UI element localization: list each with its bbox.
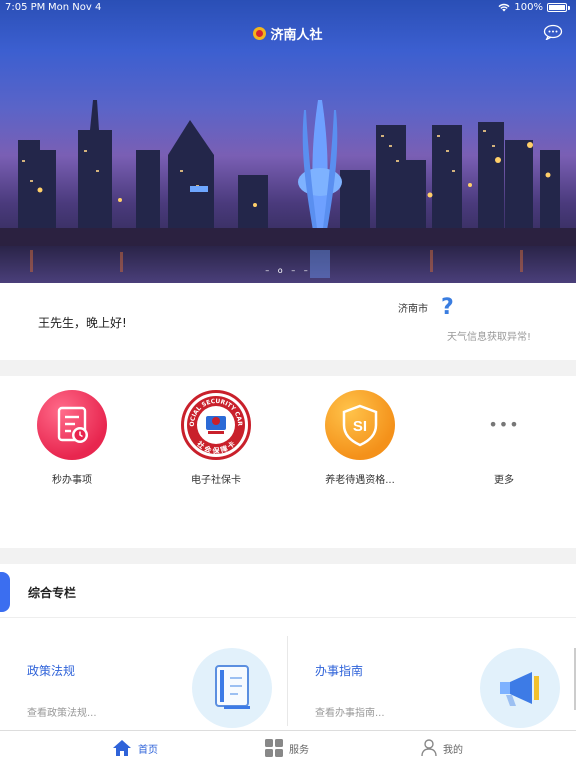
tab-label: 首页 <box>138 744 158 756</box>
nav-bar: 济南人社 <box>0 20 576 44</box>
card-subtitle: 查看政策法规... <box>27 708 97 719</box>
greeting-panel: 王先生，晚上好! 济南市 ? 天气信息获取异常! <box>0 283 576 360</box>
chat-bubble-icon[interactable] <box>543 24 563 40</box>
city-label[interactable]: 济南市 <box>398 300 428 315</box>
carousel-page-indicator[interactable]: – o – – <box>0 266 576 275</box>
policy-card[interactable]: 政策法规 查看政策法规... <box>0 636 288 728</box>
battery-icon <box>547 3 567 12</box>
svg-text:SI: SI <box>353 418 367 435</box>
jinan-hrss-logo-icon <box>253 27 267 40</box>
tab-label: 我的 <box>443 744 463 756</box>
bottom-tab-bar: 首页 服务 我的 <box>0 730 576 768</box>
section-marker <box>0 572 10 612</box>
comprehensive-column: 综合专栏 政策法规 查看政策法规... 办事指南 查看办事指南... <box>0 564 576 730</box>
banner-carousel[interactable]: 7:05 PM Mon Nov 4 100% 济南人社 – o – – <box>0 0 576 283</box>
service-item-more[interactable]: ••• 更多 <box>444 390 564 486</box>
tab-mine[interactable]: 我的 <box>421 739 463 757</box>
monument-sculpture <box>298 100 342 240</box>
tab-services[interactable]: 服务 <box>265 739 309 757</box>
person-icon <box>421 739 437 757</box>
card-title: 政策法规 <box>27 664 76 678</box>
quick-services-grid: 秒办事项 SOCIAL SECURITY CARD 社会保障卡 <box>0 376 576 548</box>
home-icon <box>113 740 131 756</box>
service-item-quick-handle[interactable]: 秒办事项 <box>12 390 132 486</box>
status-right: 100% <box>498 2 570 13</box>
wifi-icon <box>498 3 510 12</box>
social-security-card-seal-icon: SOCIAL SECURITY CARD 社会保障卡 <box>181 388 251 460</box>
si-shield-icon: SI <box>325 390 395 460</box>
app-title: 济南人社 <box>253 24 323 43</box>
section-title: 综合专栏 <box>28 586 77 600</box>
weather-status: 天气信息获取异常! <box>446 332 531 343</box>
status-time: 7:05 PM <box>5 2 46 13</box>
service-item-pension-qualification[interactable]: SI 养老待遇资格... <box>300 390 420 486</box>
section-header: 综合专栏 <box>0 564 576 618</box>
guide-card[interactable]: 办事指南 查看办事指南... <box>288 636 576 728</box>
more-dots-icon: ••• <box>488 415 520 434</box>
status-date: Mon Nov 4 <box>48 2 102 13</box>
grid-icon <box>265 739 283 757</box>
book-icon <box>192 648 272 728</box>
question-mark-icon: ? <box>441 295 454 320</box>
service-item-e-social-card[interactable]: SOCIAL SECURITY CARD 社会保障卡 电子社保卡 <box>156 388 276 486</box>
service-label: 更多 <box>494 475 514 486</box>
megaphone-icon <box>480 648 560 728</box>
service-label: 养老待遇资格... <box>325 475 395 486</box>
service-label: 电子社保卡 <box>191 475 241 486</box>
card-title: 办事指南 <box>315 664 364 678</box>
document-clock-icon <box>37 390 107 460</box>
tab-label: 服务 <box>289 744 309 756</box>
status-bar: 7:05 PM Mon Nov 4 100% <box>0 0 576 16</box>
app-title-text: 济南人社 <box>270 28 323 43</box>
battery-percent: 100% <box>514 2 543 13</box>
app-screen: 7:05 PM Mon Nov 4 100% 济南人社 – o – – 王先生，… <box>0 0 576 768</box>
service-label: 秒办事项 <box>52 475 92 486</box>
greeting-text: 王先生，晚上好! <box>38 316 127 330</box>
card-subtitle: 查看办事指南... <box>315 708 385 719</box>
tab-home[interactable]: 首页 <box>112 739 158 757</box>
